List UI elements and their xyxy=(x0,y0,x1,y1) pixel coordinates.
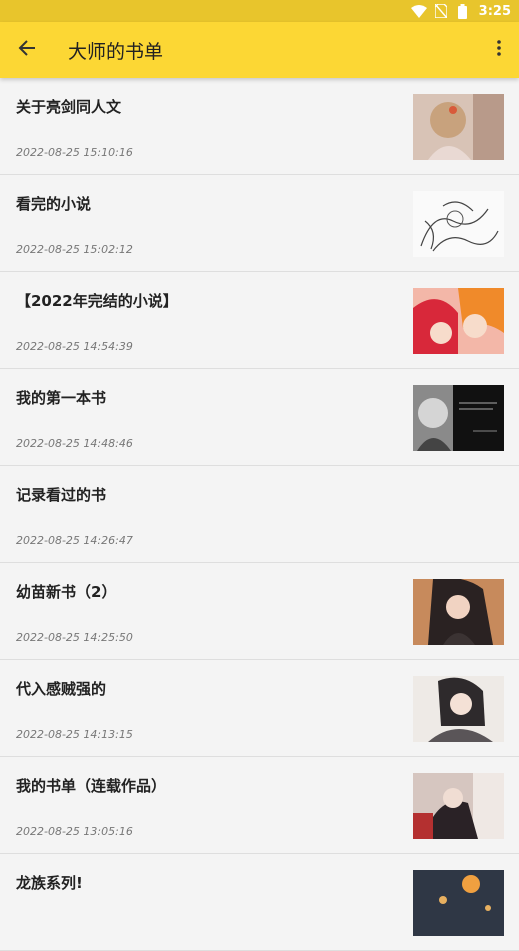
arrow-back-icon xyxy=(18,39,36,61)
list-item[interactable]: 我的书单（连载作品） 2022-08-25 13:05:16 xyxy=(0,757,519,854)
booklist-name: 看完的小说 xyxy=(16,195,92,213)
booklist-name: 我的书单（连载作品） xyxy=(16,777,167,795)
cover-thumbnail xyxy=(413,191,504,257)
list-item[interactable]: 我的第一本书 2022-08-25 14:48:46 xyxy=(0,369,519,466)
app-bar: 大师的书单 xyxy=(0,22,519,78)
status-time: 3:25 xyxy=(478,3,511,19)
no-sim-icon xyxy=(433,4,449,18)
list-item[interactable]: 看完的小说 2022-08-25 15:02:12 xyxy=(0,175,519,272)
booklist-name: 记录看过的书 xyxy=(16,486,107,504)
booklist-date: 2022-08-25 14:26:47 xyxy=(16,534,133,547)
booklist-name: 幼苗新书（2） xyxy=(16,583,117,601)
cover-thumbnail xyxy=(413,288,504,354)
booklist-date: 2022-08-25 14:25:50 xyxy=(16,631,133,644)
booklist-date: 2022-08-25 14:13:15 xyxy=(16,728,133,741)
cover-thumbnail xyxy=(413,773,504,839)
status-bar: 3:25 xyxy=(0,0,519,22)
cover-thumbnail xyxy=(413,676,504,742)
list-item[interactable]: 代入感贼强的 2022-08-25 14:13:15 xyxy=(0,660,519,757)
page-title: 大师的书单 xyxy=(68,40,164,63)
overflow-menu-button[interactable] xyxy=(479,22,519,78)
booklist-date: 2022-08-25 14:48:46 xyxy=(16,437,133,450)
booklist-name: 【2022年完结的小说】 xyxy=(16,292,178,310)
booklist: 关于亮剑同人文 2022-08-25 15:10:16 看完的小说 2022-0… xyxy=(0,78,519,951)
cover-thumbnail xyxy=(413,385,504,451)
list-item[interactable]: 龙族系列! xyxy=(0,854,519,951)
more-vert-icon xyxy=(497,40,501,60)
booklist-date: 2022-08-25 15:10:16 xyxy=(16,146,133,159)
booklist-name: 龙族系列! xyxy=(16,874,83,892)
cover-thumbnail xyxy=(413,94,504,160)
battery-icon xyxy=(455,3,471,19)
booklist-date: 2022-08-25 15:02:12 xyxy=(16,243,133,256)
booklist-date: 2022-08-25 13:05:16 xyxy=(16,825,133,838)
booklist-name: 关于亮剑同人文 xyxy=(16,98,122,116)
wifi-icon xyxy=(410,4,427,18)
booklist-name: 我的第一本书 xyxy=(16,389,107,407)
list-item[interactable]: 【2022年完结的小说】 2022-08-25 14:54:39 xyxy=(0,272,519,369)
cover-thumbnail xyxy=(413,870,504,936)
booklist-date: 2022-08-25 14:54:39 xyxy=(16,340,133,353)
booklist-name: 代入感贼强的 xyxy=(16,680,107,698)
back-button[interactable] xyxy=(0,22,54,78)
list-item[interactable]: 幼苗新书（2） 2022-08-25 14:25:50 xyxy=(0,563,519,660)
list-item[interactable]: 关于亮剑同人文 2022-08-25 15:10:16 xyxy=(0,78,519,175)
cover-thumbnail xyxy=(413,579,504,645)
list-item[interactable]: 记录看过的书 2022-08-25 14:26:47 xyxy=(0,466,519,563)
